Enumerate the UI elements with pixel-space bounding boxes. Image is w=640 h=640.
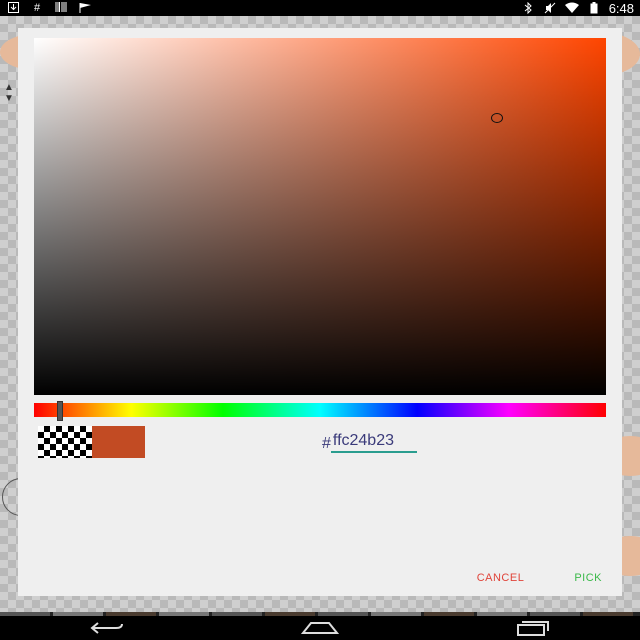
battery-icon xyxy=(587,2,601,14)
clock: 6:48 xyxy=(608,0,634,16)
bluetooth-icon xyxy=(521,1,535,15)
navigation-bar xyxy=(0,616,640,640)
hash-icon: # xyxy=(33,2,41,14)
transparency-preview xyxy=(38,426,92,458)
hue-slider-handle[interactable] xyxy=(56,401,63,421)
home-icon[interactable] xyxy=(300,618,340,638)
hex-field: # xyxy=(322,432,417,453)
cancel-button[interactable]: CANCEL xyxy=(467,568,535,588)
download-icon xyxy=(6,2,20,14)
hex-input[interactable] xyxy=(330,432,417,453)
sort-arrows-icon: ▲ ▼ xyxy=(4,82,14,104)
barcode-icon xyxy=(54,2,68,14)
recents-icon[interactable] xyxy=(513,618,553,638)
status-bar: # 6:48 xyxy=(0,0,640,16)
hue-slider[interactable] xyxy=(34,401,606,421)
mute-icon xyxy=(543,2,557,14)
selected-color-swatch xyxy=(92,426,145,458)
color-picker-dialog: # CANCEL PICK xyxy=(18,28,622,596)
wifi-icon xyxy=(564,2,579,14)
color-cursor[interactable] xyxy=(491,113,503,123)
flag-icon xyxy=(78,2,92,14)
hex-prefix: # xyxy=(322,435,331,452)
dialog-actions: CANCEL PICK xyxy=(467,568,612,588)
pick-button[interactable]: PICK xyxy=(564,568,612,588)
back-icon[interactable] xyxy=(87,618,127,638)
saturation-value-area[interactable] xyxy=(34,38,606,395)
